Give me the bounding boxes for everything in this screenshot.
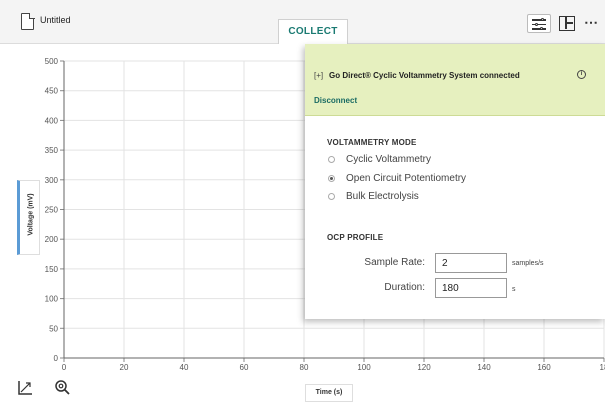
- y-tick-label: 100: [45, 295, 59, 304]
- x-tick-label: 80: [300, 363, 309, 372]
- y-tick-label: 500: [45, 57, 59, 66]
- y-tick-label: 200: [45, 235, 59, 244]
- y-tick-label: 350: [45, 146, 59, 155]
- sample-rate-input[interactable]: [435, 253, 507, 273]
- y-tick-label: 150: [45, 265, 59, 274]
- connection-text: Go Direct® Cyclic Voltammetry System con…: [329, 71, 520, 80]
- connection-status: [+] Go Direct® Cyclic Voltammetry System…: [305, 44, 605, 116]
- radio-label[interactable]: Open Circuit Potentiometry: [346, 173, 466, 184]
- x-tick-label: 0: [62, 363, 67, 372]
- y-tick-label: 50: [49, 324, 58, 333]
- duration-label: Duration:: [384, 282, 425, 293]
- sliders-icon[interactable]: [527, 14, 551, 33]
- plug-icon: [+]: [314, 71, 324, 80]
- radio-button[interactable]: [328, 193, 335, 200]
- x-tick-label: 60: [240, 363, 249, 372]
- x-tick-label: 40: [180, 363, 189, 372]
- x-tick-label: 100: [357, 363, 371, 372]
- y-tick-label: 300: [45, 176, 59, 185]
- duration-unit: s: [512, 286, 516, 293]
- radio-label[interactable]: Bulk Electrolysis: [346, 191, 419, 202]
- layout-icon[interactable]: [559, 16, 575, 31]
- axis-scale-icon[interactable]: [17, 379, 34, 396]
- radio-button[interactable]: [328, 156, 335, 163]
- x-tick-label: 18: [600, 363, 605, 372]
- ocp-profile-title: OCP PROFILE: [327, 233, 384, 242]
- zoom-icon[interactable]: [54, 379, 71, 396]
- radio-label[interactable]: Cyclic Voltammetry: [346, 154, 431, 165]
- y-tick-label: 250: [45, 206, 59, 215]
- y-tick-label: 400: [45, 116, 59, 125]
- y-axis-label-button[interactable]: Voltage (mV): [17, 180, 40, 255]
- y-tick-label: 0: [54, 354, 59, 363]
- disconnect-link[interactable]: Disconnect: [314, 96, 357, 105]
- collect-button[interactable]: COLLECT: [278, 19, 348, 44]
- file-icon[interactable]: [21, 12, 35, 30]
- x-tick-label: 20: [120, 363, 129, 372]
- x-tick-label: 140: [477, 363, 491, 372]
- radio-button[interactable]: [328, 175, 335, 182]
- top-toolbar: Untitled COLLECT ⋯: [0, 0, 605, 44]
- sample-rate-label: Sample Rate:: [364, 257, 425, 268]
- sensor-settings-panel: [+] Go Direct® Cyclic Voltammetry System…: [305, 44, 605, 319]
- x-tick-label: 160: [537, 363, 551, 372]
- duration-input[interactable]: [435, 278, 507, 298]
- x-axis-label-button[interactable]: Time (s): [305, 384, 353, 402]
- voltammetry-mode-title: VOLTAMMETRY MODE: [327, 138, 417, 147]
- sample-rate-unit: samples/s: [512, 260, 544, 267]
- info-icon[interactable]: i: [577, 70, 586, 79]
- file-name[interactable]: Untitled: [40, 15, 71, 25]
- more-icon[interactable]: ⋯: [584, 15, 598, 34]
- x-tick-label: 120: [417, 363, 431, 372]
- y-axis-label: Voltage (mV): [27, 193, 35, 236]
- y-tick-label: 450: [45, 87, 59, 96]
